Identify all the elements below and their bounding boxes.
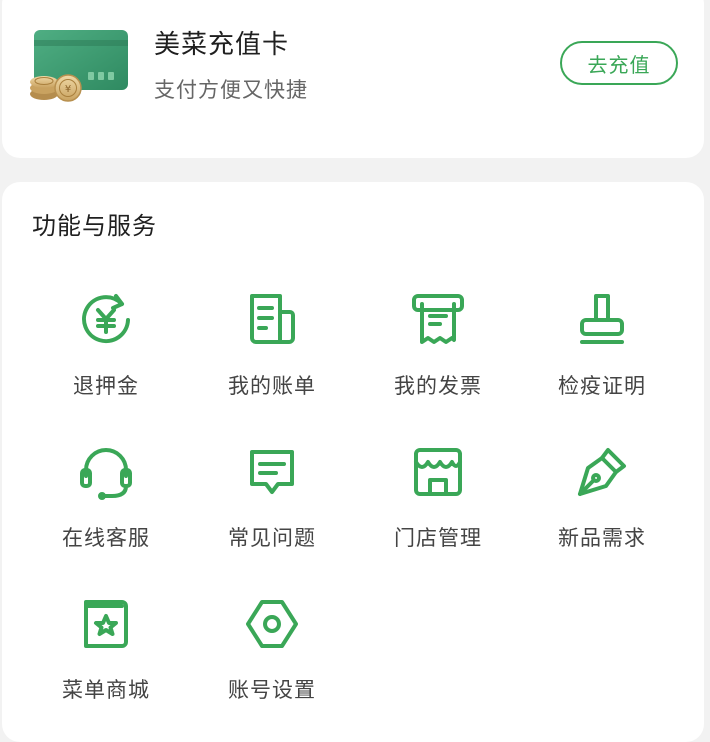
service-item-label: 新品需求 (558, 526, 646, 550)
recharge-card-icon: ¥ (28, 28, 132, 104)
service-item-label: 门店管理 (394, 526, 482, 550)
recharge-card-subtitle: 支付方便又快捷 (154, 78, 308, 102)
deposit-refund-icon (76, 290, 136, 350)
service-item-label: 在线客服 (62, 526, 150, 550)
service-item-online-support[interactable]: 在线客服 (36, 442, 176, 572)
service-item-label: 我的发票 (394, 374, 482, 398)
service-item-label: 账号设置 (228, 678, 316, 702)
service-item-store-management[interactable]: 门店管理 (368, 442, 508, 572)
service-item-my-invoice[interactable]: 我的发票 (368, 290, 508, 420)
settings-hexagon-icon (242, 594, 302, 654)
pen-nib-icon (572, 442, 632, 502)
service-item-label: 退押金 (73, 374, 139, 398)
stamp-icon (572, 290, 632, 350)
invoice-icon (408, 290, 468, 350)
services-panel: 功能与服务 退押金 我的账单 我的发票 检疫证明 在线客服 常见问题 门店管理 … (2, 182, 704, 742)
recharge-card-title: 美菜充值卡 (154, 30, 290, 60)
service-item-menu-mall[interactable]: 菜单商城 (36, 594, 176, 724)
service-item-label: 常见问题 (228, 526, 316, 550)
headset-icon (76, 442, 136, 502)
service-item-account-settings[interactable]: 账号设置 (202, 594, 342, 724)
service-item-new-product-request[interactable]: 新品需求 (532, 442, 672, 572)
service-item-deposit-refund[interactable]: 退押金 (36, 290, 176, 420)
recharge-button[interactable]: 去充值 (560, 41, 678, 85)
service-item-label: 我的账单 (228, 374, 316, 398)
service-item-faq[interactable]: 常见问题 (202, 442, 342, 572)
bill-icon (242, 290, 302, 350)
service-item-quarantine-certificate[interactable]: 检疫证明 (532, 290, 672, 420)
services-section-title: 功能与服务 (32, 212, 157, 240)
recharge-card-panel[interactable]: ¥ 美菜充值卡 支付方便又快捷 去充值 (2, 0, 704, 158)
svg-text:¥: ¥ (65, 84, 71, 95)
menu-book-icon (76, 594, 136, 654)
store-icon (408, 442, 468, 502)
service-item-label: 菜单商城 (62, 678, 150, 702)
service-item-my-bill[interactable]: 我的账单 (202, 290, 342, 420)
service-item-label: 检疫证明 (558, 374, 646, 398)
faq-message-icon (242, 442, 302, 502)
